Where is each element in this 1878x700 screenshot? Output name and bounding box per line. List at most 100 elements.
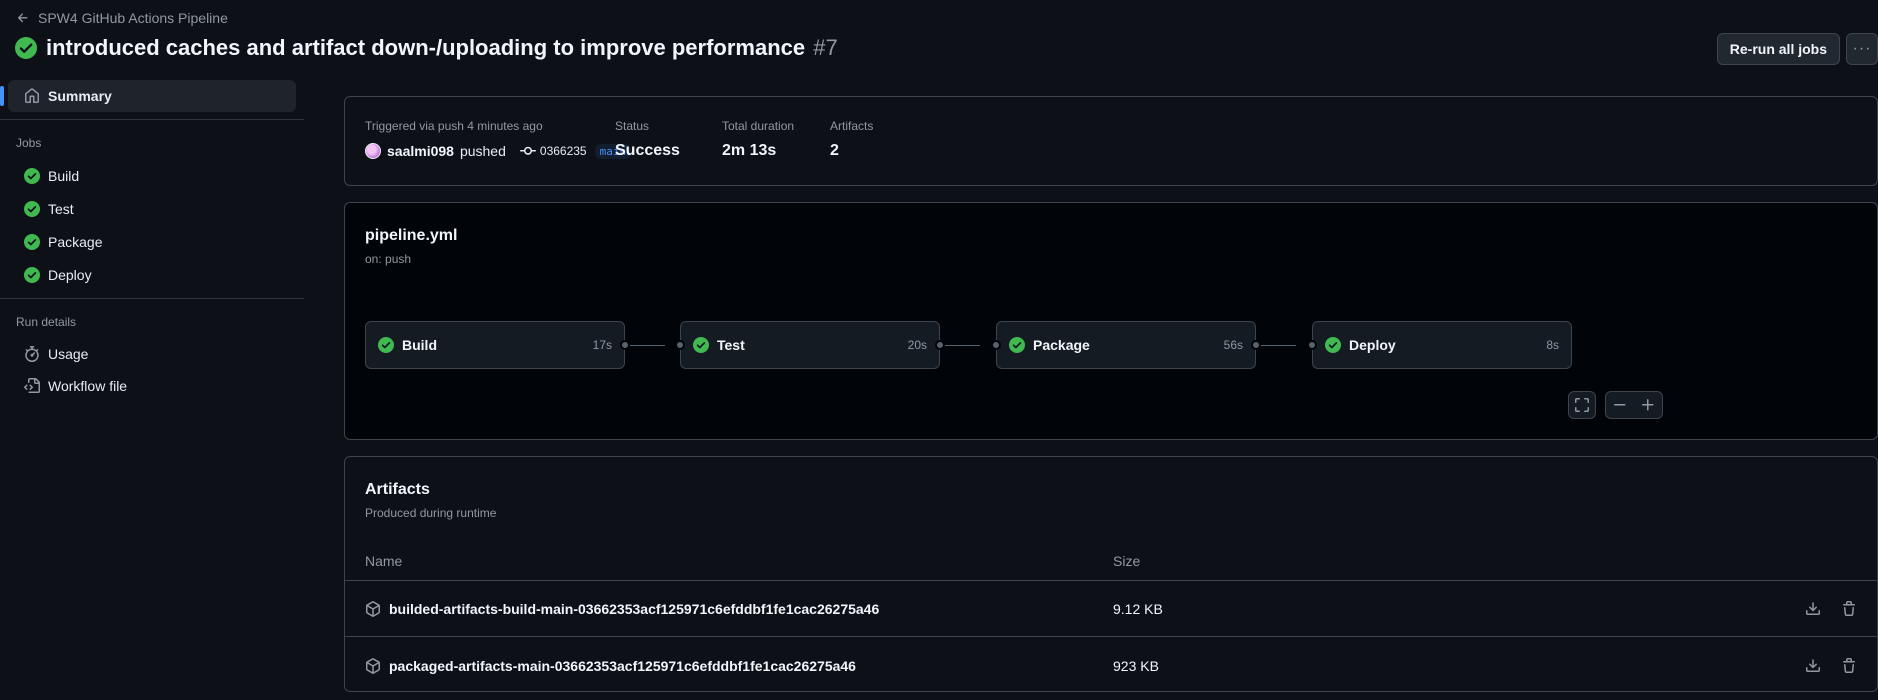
home-icon: [25, 88, 39, 103]
sidebar-item-job-package[interactable]: Package: [8, 225, 296, 258]
package-icon: [366, 658, 380, 674]
graph-connector-dot: [620, 340, 630, 350]
graph-connector-dot: [675, 340, 685, 350]
check-circle-fill-icon: [1009, 337, 1025, 353]
sidebar-item-job-deploy[interactable]: Deploy: [8, 258, 296, 291]
plus-icon: [1642, 399, 1654, 411]
column-header-name: Name: [365, 553, 403, 569]
download-icon[interactable]: [1805, 658, 1821, 674]
graph-connector-dot: [935, 340, 945, 350]
graph-job-name: Test: [717, 337, 745, 353]
artifacts-count-info: Artifacts 2: [830, 119, 873, 160]
artifacts-table-header: Name Size: [345, 543, 1877, 581]
back-link-label: SPW4 GitHub Actions Pipeline: [38, 10, 228, 26]
trigger-label: Triggered via push 4 minutes ago: [365, 119, 543, 133]
column-header-size: Size: [1113, 553, 1141, 569]
graph-job-build[interactable]: Build 17s: [365, 321, 625, 369]
check-circle-fill-icon: [1325, 337, 1341, 353]
trash-icon[interactable]: [1841, 658, 1857, 674]
graph-job-duration: 8s: [1546, 338, 1559, 352]
graph-connector-dot: [991, 340, 1001, 350]
artifacts-count: 2: [830, 142, 839, 159]
duration-value: 2m 13s: [722, 142, 777, 159]
package-icon: [366, 600, 380, 617]
sidebar-item-label: Usage: [48, 346, 89, 362]
sidebar-divider: [0, 119, 304, 120]
check-circle-fill-icon: [378, 337, 394, 353]
sidebar-item-label: Deploy: [48, 266, 92, 283]
run-summary-card: Triggered via push 4 minutes ago saalmi0…: [344, 96, 1878, 186]
status-label: Status: [615, 119, 650, 133]
run-title-text: introduced caches and artifact down-/upl…: [46, 35, 806, 60]
workflow-file-name[interactable]: pipeline.yml: [365, 227, 457, 245]
sidebar-item-label: Build: [48, 167, 80, 184]
trash-icon[interactable]: [1841, 600, 1857, 617]
graph-job-test[interactable]: Test 20s: [680, 321, 940, 369]
fullscreen-button[interactable]: [1568, 391, 1596, 419]
graph-job-deploy[interactable]: Deploy 8s: [1312, 321, 1572, 369]
trigger-details: saalmi098 pushed 0366235 main: [365, 143, 632, 159]
jobs-heading: Jobs: [16, 136, 42, 150]
sidebar-item-usage[interactable]: Usage: [8, 338, 296, 370]
sidebar-item-summary[interactable]: Summary: [0, 80, 296, 112]
graph-connector-dot: [1307, 340, 1317, 350]
sidebar-item-label: Test: [48, 200, 74, 217]
check-circle-fill-icon: [24, 167, 40, 184]
run-title: introduced caches and artifact down-/upl…: [14, 34, 838, 62]
status-info: Status Success: [615, 119, 680, 160]
rerun-all-jobs-button[interactable]: Re-run all jobs: [1716, 33, 1840, 65]
graph-job-name: Package: [1033, 337, 1090, 353]
status-value: Success: [615, 142, 680, 159]
dash-icon: [1614, 404, 1626, 406]
sidebar-item-workflow-file[interactable]: Workflow file: [8, 370, 296, 402]
zoom-in-button[interactable]: [1634, 392, 1662, 418]
artifacts-label: Artifacts: [830, 119, 874, 133]
check-circle-fill-icon: [14, 36, 38, 60]
graph-job-package[interactable]: Package 56s: [996, 321, 1256, 369]
check-circle-fill-icon: [24, 200, 40, 217]
artifacts-card: Artifacts Produced during runtime Name S…: [344, 456, 1878, 692]
sidebar-item-job-build[interactable]: Build: [8, 159, 296, 192]
artifact-name-link[interactable]: packaged-artifacts-main-03662353acf12597…: [389, 658, 856, 674]
git-commit-icon: [519, 146, 536, 155]
stopwatch-icon: [25, 346, 39, 362]
screen-full-icon: [1575, 398, 1589, 412]
sidebar: Summary Jobs Build Test Package Deploy R…: [0, 80, 304, 402]
sidebar-item-label: Summary: [48, 88, 112, 104]
trigger-action: pushed: [459, 143, 506, 159]
sidebar-item-label: Package: [48, 233, 103, 250]
arrow-left-icon: [17, 13, 28, 23]
table-row: builded-artifacts-build-main-03662353acf…: [345, 581, 1877, 637]
back-to-workflow-link[interactable]: SPW4 GitHub Actions Pipeline: [16, 10, 228, 26]
table-row: packaged-artifacts-main-03662353acf12597…: [345, 638, 1877, 694]
run-details-heading: Run details: [16, 315, 77, 329]
artifacts-subtitle: Produced during runtime: [365, 506, 497, 520]
artifact-size: 923 KB: [1113, 658, 1159, 674]
file-code-icon: [24, 378, 40, 393]
check-circle-fill-icon: [24, 266, 40, 283]
artifact-name-link[interactable]: builded-artifacts-build-main-03662353acf…: [389, 601, 879, 617]
graph-job-duration: 56s: [1223, 338, 1243, 352]
workflow-trigger: on: push: [365, 252, 412, 266]
commit-sha: 0366235: [539, 144, 587, 158]
graph-connector: [1256, 345, 1296, 346]
sidebar-item-job-test[interactable]: Test: [8, 192, 296, 225]
graph-connector-dot: [1251, 340, 1261, 350]
graph-job-duration: 20s: [907, 338, 927, 352]
graph-connector: [940, 345, 980, 346]
actor-link[interactable]: saalmi098: [387, 143, 454, 159]
sidebar-divider: [0, 298, 304, 299]
zoom-out-button[interactable]: [1606, 392, 1634, 418]
more-options-button[interactable]: ···: [1846, 33, 1878, 65]
sidebar-item-label: Workflow file: [48, 378, 128, 394]
check-circle-fill-icon: [693, 337, 709, 353]
artifact-size: 9.12 KB: [1113, 600, 1163, 617]
avatar[interactable]: [365, 143, 381, 159]
kebab-horizontal-icon: ···: [1852, 40, 1872, 57]
commit-link[interactable]: 0366235: [519, 143, 587, 159]
graph-job-duration: 17s: [592, 338, 612, 352]
artifacts-title: Artifacts: [365, 481, 430, 498]
check-circle-fill-icon: [24, 233, 40, 250]
duration-info: Total duration 2m 13s: [722, 119, 794, 160]
download-icon[interactable]: [1805, 601, 1821, 617]
